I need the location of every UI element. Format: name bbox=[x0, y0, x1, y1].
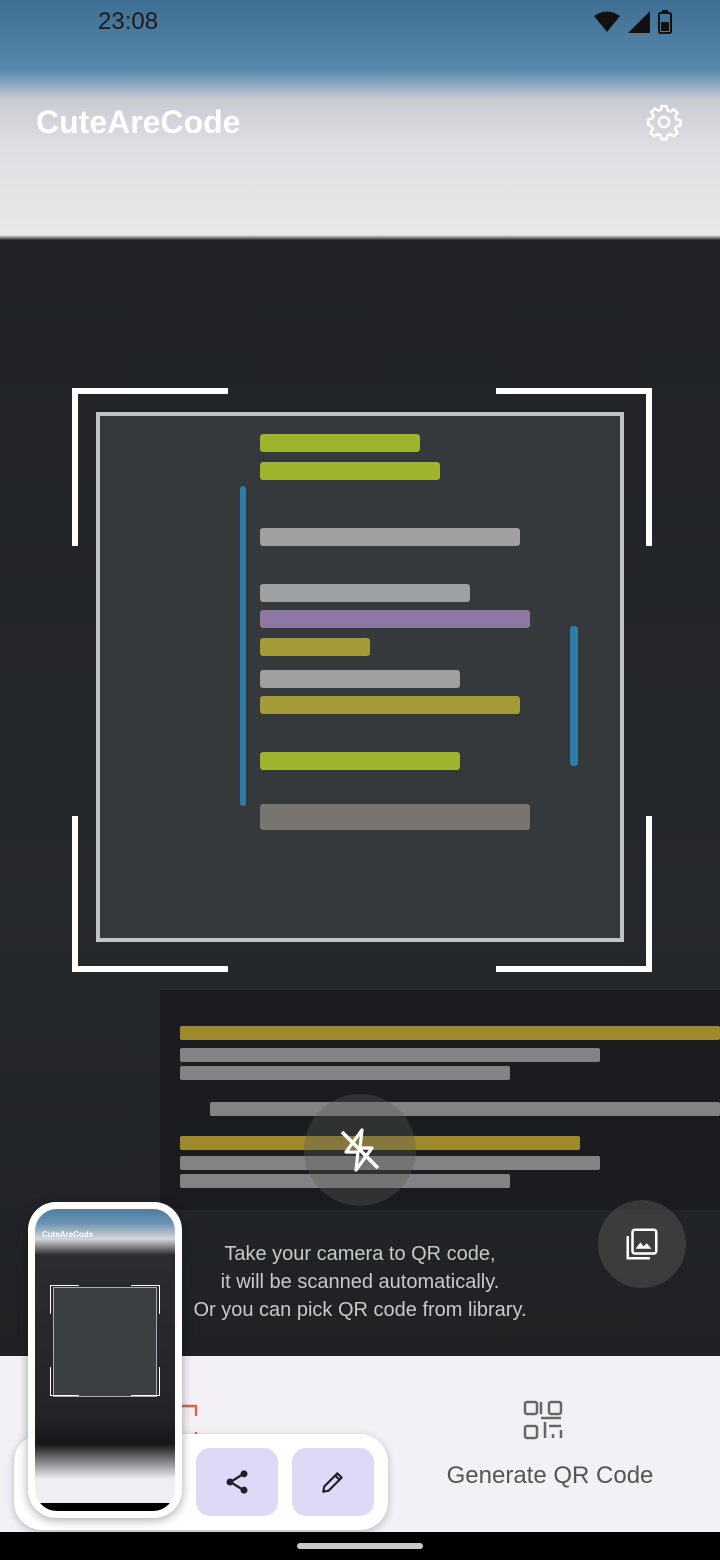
share-icon bbox=[226, 1470, 248, 1494]
image-gallery-icon bbox=[626, 1228, 658, 1260]
scan-frame-corner-bottom-right bbox=[496, 816, 652, 972]
thumbnail-corner bbox=[131, 1285, 160, 1314]
status-time: 23:08 bbox=[98, 8, 159, 35]
thumbnail-corner bbox=[131, 1367, 160, 1396]
thumbnail-corner bbox=[50, 1285, 79, 1314]
app-title: CuteAreCode bbox=[36, 104, 241, 140]
camera-scene-terminal bbox=[160, 990, 720, 1210]
instruction-line: it will be scanned automatically. bbox=[220, 1271, 500, 1293]
scan-frame-corner-top-left bbox=[72, 388, 228, 546]
home-gesture-handle[interactable] bbox=[297, 1543, 423, 1549]
instruction-line: Take your camera to QR code, bbox=[224, 1243, 496, 1265]
thumbnail-app-title: CuteAreCode bbox=[42, 1230, 94, 1239]
thumbnail-corner bbox=[50, 1367, 79, 1396]
nav-item-generate-qr-code[interactable]: Generate QR Code bbox=[380, 1356, 720, 1532]
instruction-line: Or you can pick QR code from library. bbox=[193, 1299, 527, 1321]
battery-icon bbox=[658, 10, 672, 34]
settings-button[interactable] bbox=[642, 100, 686, 144]
share-screenshot-button[interactable] bbox=[196, 1448, 278, 1516]
scan-frame-corner-bottom-left bbox=[72, 816, 228, 972]
flash-toggle-button[interactable] bbox=[304, 1094, 416, 1206]
qr-code-icon bbox=[523, 1400, 563, 1440]
cellular-signal-icon bbox=[628, 11, 650, 33]
pencil-edit-icon bbox=[322, 1472, 343, 1493]
status-icons bbox=[594, 10, 672, 34]
nav-item-generate-label: Generate QR Code bbox=[446, 1462, 654, 1489]
screenshot-thumbnail[interactable]: CuteAreCode bbox=[28, 1202, 182, 1518]
scan-frame-corner-top-right bbox=[496, 388, 652, 546]
wifi-icon bbox=[594, 11, 620, 32]
gear-icon bbox=[646, 104, 682, 141]
pick-from-gallery-button[interactable] bbox=[598, 1200, 686, 1288]
flash-off-icon bbox=[340, 1128, 380, 1172]
scan-instructions: Take your camera to QR code, it will be … bbox=[160, 1240, 560, 1324]
screenshot-thumbnail-image: CuteAreCode bbox=[35, 1209, 175, 1511]
edit-screenshot-button[interactable] bbox=[292, 1448, 374, 1516]
